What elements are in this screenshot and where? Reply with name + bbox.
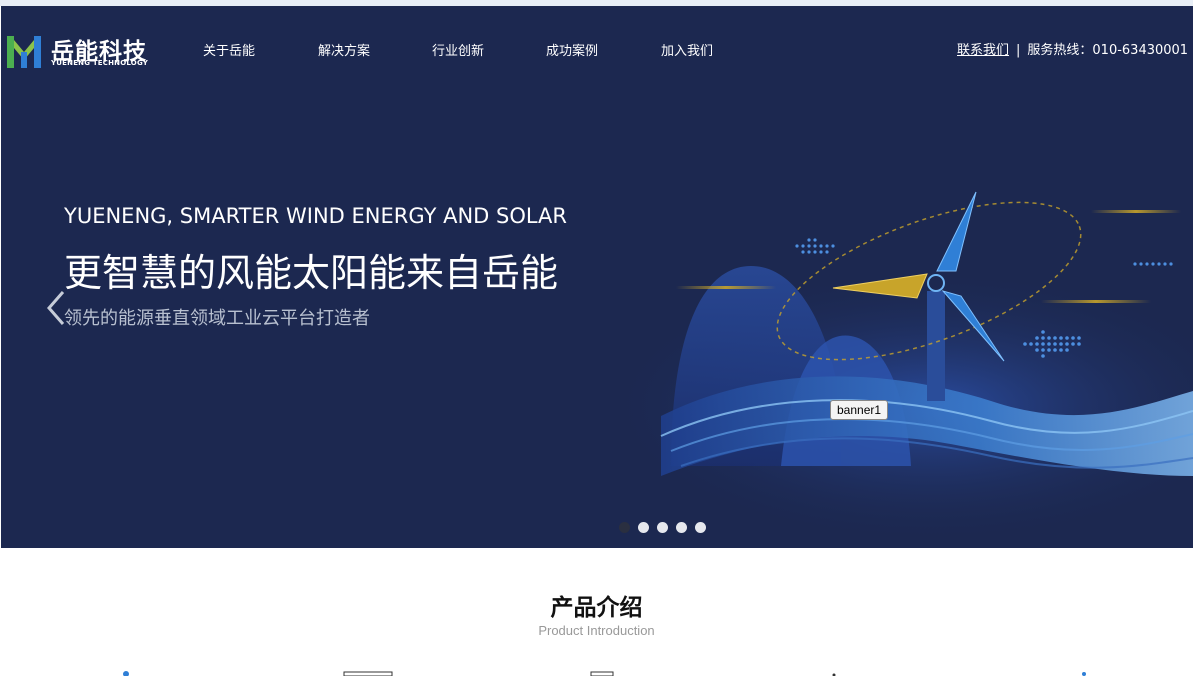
carousel-prev-arrow-icon[interactable]: [45, 290, 67, 326]
carousel-dot-4[interactable]: [676, 522, 687, 533]
product-icons-row: [123, 671, 1086, 676]
banner-tooltip: banner1: [830, 400, 889, 420]
site-header: 岳能科技 YUENENG TECHNOLOGY 关于岳能 解决方案 行业创新 成…: [1, 6, 1193, 90]
banner-slogan-cn: 更智慧的风能太阳能来自岳能: [64, 251, 559, 295]
nav-item-cases[interactable]: 成功案例: [546, 40, 598, 59]
logo-text-en: YUENENG TECHNOLOGY: [51, 59, 148, 67]
nav-item-about[interactable]: 关于岳能: [203, 40, 255, 59]
carousel-dot-3[interactable]: [657, 522, 668, 533]
nav-item-solutions[interactable]: 解决方案: [318, 40, 370, 59]
site-logo[interactable]: 岳能科技 YUENENG TECHNOLOGY: [5, 34, 165, 74]
carousel-dot-2[interactable]: [638, 522, 649, 533]
products-section-subtitle: Product Introduction: [538, 623, 655, 638]
carousel-dot-1[interactable]: [619, 522, 630, 533]
service-hotline: 服务热线：010-63430001: [1027, 43, 1189, 58]
carousel-dot-5[interactable]: [695, 522, 706, 533]
hero-banner: 岳能科技 YUENENG TECHNOLOGY 关于岳能 解决方案 行业创新 成…: [1, 6, 1193, 548]
contact-bar: 联系我们 | 服务热线：010-63430001: [957, 39, 1188, 58]
contact-separator: |: [1016, 43, 1021, 58]
products-section-title: 产品介绍: [550, 595, 643, 621]
nav-item-join-us[interactable]: 加入我们: [661, 40, 713, 59]
logo-mark-icon: [7, 36, 41, 68]
contact-us-link[interactable]: 联系我们: [957, 43, 1009, 58]
banner-slogan-en: YUENENG, SMARTER WIND ENERGY AND SOLAR: [64, 204, 568, 228]
nav-item-innovation[interactable]: 行业创新: [432, 40, 484, 59]
banner-slogan-sub: 领先的能源垂直领域工业云平台打造者: [64, 308, 370, 329]
